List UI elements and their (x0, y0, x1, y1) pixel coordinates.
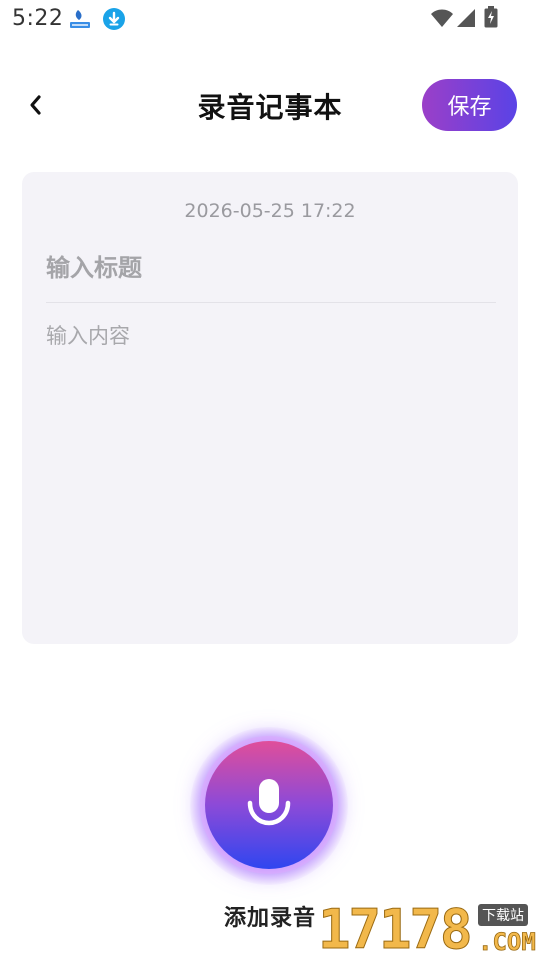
wifi-icon (431, 9, 453, 27)
divider (46, 302, 496, 303)
header: 录音记事本 保存 (0, 74, 540, 136)
record-button[interactable] (205, 741, 333, 869)
content-input[interactable]: 输入内容 (46, 320, 494, 620)
status-time: 5:22 (12, 6, 64, 31)
status-bar: 5:22 (0, 0, 540, 38)
save-button[interactable]: 保存 (422, 79, 517, 131)
microphone-icon (247, 779, 291, 826)
note-card: 2026-05-25 17:22 输入标题 输入内容 (22, 172, 518, 644)
watermark-suffix: .COM (478, 928, 537, 957)
download-icon (103, 8, 125, 30)
note-date: 2026-05-25 17:22 (184, 200, 356, 222)
watermark-number: 17178 (318, 898, 474, 960)
battery-charging-icon (484, 6, 498, 28)
watermark-logo: 17178 下载站 .COM (318, 898, 540, 960)
watermark-badge: 下载站 (478, 904, 528, 926)
signal-icon (457, 9, 475, 27)
title-input[interactable]: 输入标题 (46, 244, 494, 292)
app-notification-icon (70, 10, 90, 28)
screen: 5:22 录音记事本 保存 2026-05-25 17:22 输入标题 输入内容… (0, 0, 540, 960)
